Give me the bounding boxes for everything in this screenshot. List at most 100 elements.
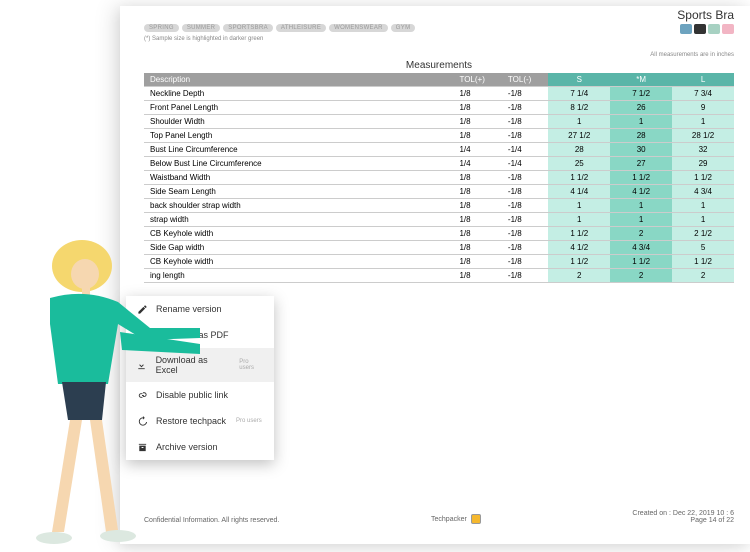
cell-tol-plus: 1/8: [453, 269, 501, 283]
menu-download-pdf[interactable]: Download as PDF: [126, 322, 274, 348]
col-size-l: L: [672, 73, 734, 87]
cell-description: back shoulder strap width: [144, 199, 453, 213]
cell-description: CB Keyhole width: [144, 255, 453, 269]
cell-size-s: 2: [548, 269, 610, 283]
pencil-icon: [136, 303, 148, 315]
cell-tol-minus: -1/8: [502, 213, 548, 227]
cell-size-m: 2: [610, 269, 672, 283]
cell-tol-minus: -1/8: [502, 255, 548, 269]
tag: GYM: [391, 24, 416, 32]
menu-rename-version[interactable]: Rename version: [126, 296, 274, 322]
cell-description: Neckline Depth: [144, 87, 453, 101]
table-row: Bust Line Circumference1/4-1/4283032: [144, 143, 734, 157]
cell-tol-plus: 1/8: [453, 185, 501, 199]
cell-size-s: 1 1/2: [548, 171, 610, 185]
cell-tol-minus: -1/8: [502, 241, 548, 255]
page-footer: Confidential Information. All rights res…: [144, 510, 734, 524]
product-title: Sports Bra: [677, 8, 734, 22]
cell-size-m: 30: [610, 143, 672, 157]
cell-size-m: 1: [610, 199, 672, 213]
pro-badge: Pro users: [236, 418, 262, 424]
col-description: Description: [144, 73, 453, 87]
product-thumbnails: [677, 24, 734, 34]
tag: SPRING: [144, 24, 179, 32]
cell-tol-plus: 1/8: [453, 101, 501, 115]
cell-size-l: 32: [672, 143, 734, 157]
cell-description: Top Panel Length: [144, 129, 453, 143]
brand-logo-icon: [471, 514, 481, 524]
menu-label: Download as PDF: [156, 330, 229, 340]
footer-meta: Created on : Dec 22, 2019 10 : 6 Page 14…: [632, 510, 734, 524]
cell-size-s: 1: [548, 199, 610, 213]
cell-tol-minus: -1/8: [502, 101, 548, 115]
context-menu: Rename version Download as PDF Download …: [126, 296, 274, 460]
col-tol-plus: TOL(+): [453, 73, 501, 87]
sample-note: (*) Sample size is highlighted in darker…: [144, 36, 734, 42]
cell-size-s: 7 1/4: [548, 87, 610, 101]
cell-tol-minus: -1/8: [502, 269, 548, 283]
cell-size-s: 4 1/2: [548, 241, 610, 255]
cell-description: CB Keyhole width: [144, 227, 453, 241]
cell-tol-minus: -1/8: [502, 129, 548, 143]
cell-tol-plus: 1/8: [453, 241, 501, 255]
cell-size-m: 26: [610, 101, 672, 115]
cell-tol-minus: -1/8: [502, 185, 548, 199]
cell-size-s: 1 1/2: [548, 255, 610, 269]
footer-brand: Techpacker: [431, 514, 481, 524]
cell-size-s: 1: [548, 115, 610, 129]
cell-tol-plus: 1/8: [453, 129, 501, 143]
cell-size-l: 7 3/4: [672, 87, 734, 101]
cell-tol-plus: 1/4: [453, 157, 501, 171]
cell-description: Side Gap width: [144, 241, 453, 255]
cell-size-m: 4 1/2: [610, 185, 672, 199]
table-row: Front Panel Length1/8-1/88 1/2269: [144, 101, 734, 115]
cell-tol-minus: -1/8: [502, 115, 548, 129]
cell-tol-plus: 1/8: [453, 87, 501, 101]
cell-size-m: 28: [610, 129, 672, 143]
cell-size-s: 27 1/2: [548, 129, 610, 143]
cell-tol-plus: 1/8: [453, 255, 501, 269]
cell-size-s: 4 1/4: [548, 185, 610, 199]
cloud-download-icon: [136, 329, 148, 341]
menu-archive-version[interactable]: Archive version: [126, 434, 274, 460]
cell-tol-plus: 1/8: [453, 171, 501, 185]
cell-size-s: 28: [548, 143, 610, 157]
cell-size-l: 1: [672, 199, 734, 213]
col-size-m: *M: [610, 73, 672, 87]
menu-download-excel[interactable]: Download as Excel Pro users: [126, 348, 274, 382]
footer-confidential: Confidential Information. All rights res…: [144, 517, 279, 524]
cell-tol-plus: 1/8: [453, 199, 501, 213]
menu-disable-public-link[interactable]: Disable public link: [126, 382, 274, 408]
cell-size-l: 29: [672, 157, 734, 171]
download-icon: [136, 359, 148, 371]
tag: ATHLEISURE: [276, 24, 326, 32]
product-header: Sports Bra: [677, 8, 734, 34]
link-icon: [136, 389, 148, 401]
cell-size-m: 1 1/2: [610, 171, 672, 185]
cell-size-l: 5: [672, 241, 734, 255]
cell-description: Below Bust Line Circumference: [144, 157, 453, 171]
table-row: Side Gap width1/8-1/84 1/24 3/45: [144, 241, 734, 255]
units-note: All measurements are in inches: [144, 52, 734, 58]
table-row: Below Bust Line Circumference1/4-1/42527…: [144, 157, 734, 171]
table-row: Shoulder Width1/8-1/8111: [144, 115, 734, 129]
menu-label: Disable public link: [156, 390, 228, 400]
thumbnail-icon: [680, 24, 692, 34]
cell-size-s: 8 1/2: [548, 101, 610, 115]
menu-restore-techpack[interactable]: Restore techpack Pro users: [126, 408, 274, 434]
footer-created: Created on : Dec 22, 2019 10 : 6: [632, 510, 734, 517]
tag-row: SPRING SUMMER SPORTSBRA ATHLEISURE WOMEN…: [144, 24, 734, 32]
cell-tol-plus: 1/8: [453, 213, 501, 227]
history-icon: [136, 415, 148, 427]
cell-size-m: 7 1/2: [610, 87, 672, 101]
cell-description: strap width: [144, 213, 453, 227]
brand-label: Techpacker: [431, 516, 467, 523]
cell-tol-plus: 1/8: [453, 227, 501, 241]
cell-tol-minus: -1/8: [502, 87, 548, 101]
cell-size-l: 2 1/2: [672, 227, 734, 241]
cell-size-m: 27: [610, 157, 672, 171]
cell-size-l: 1 1/2: [672, 171, 734, 185]
cell-size-m: 4 3/4: [610, 241, 672, 255]
cell-size-m: 1: [610, 213, 672, 227]
cell-size-m: 1 1/2: [610, 255, 672, 269]
